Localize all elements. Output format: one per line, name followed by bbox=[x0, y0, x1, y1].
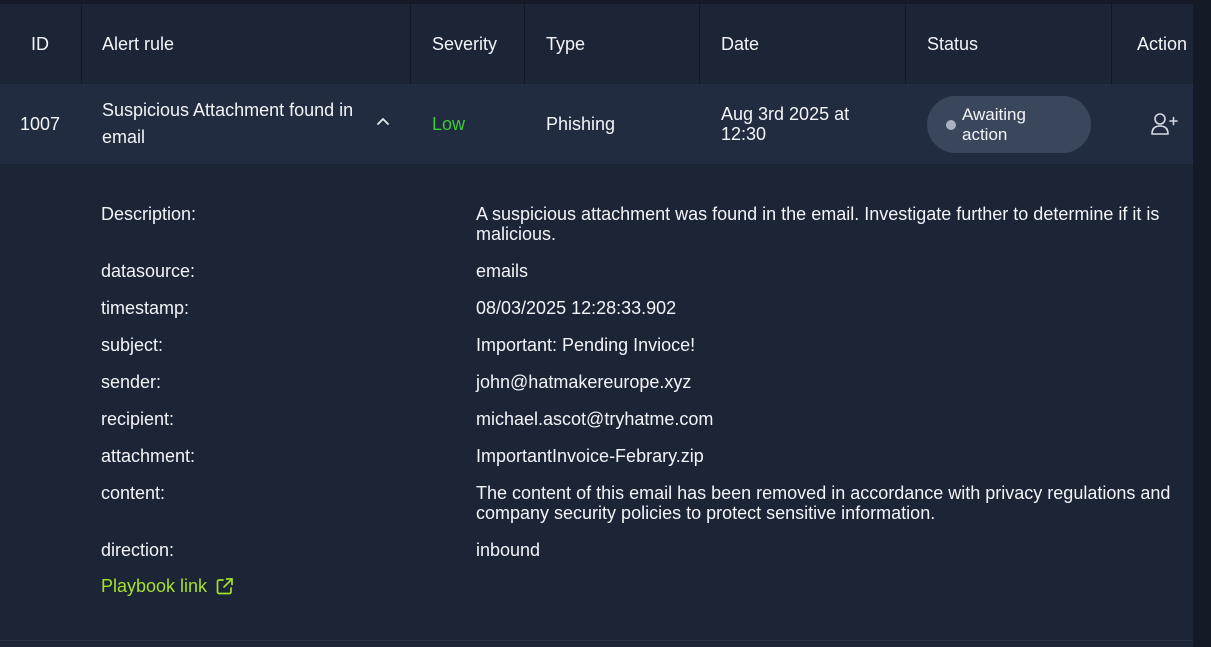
column-header-date[interactable]: Date bbox=[721, 4, 759, 84]
column-header-alert-rule[interactable]: Alert rule bbox=[102, 4, 174, 84]
column-header-severity[interactable]: Severity bbox=[432, 4, 497, 84]
column-header-action: Action bbox=[1137, 33, 1188, 54]
detail-key: subject: bbox=[101, 335, 164, 355]
detail-key: sender: bbox=[101, 372, 162, 392]
detail-value: ImportantInvoice-Febrary.zip bbox=[476, 446, 704, 466]
detail-key: datasource: bbox=[101, 261, 196, 281]
column-header-id[interactable]: ID bbox=[31, 4, 49, 84]
status-dot-icon bbox=[946, 119, 956, 130]
table-header: ID Alert rule Severity Type Date Status … bbox=[0, 4, 1193, 84]
detail-key: recipient: bbox=[101, 409, 175, 429]
detail-value: inbound bbox=[476, 540, 541, 560]
column-divider bbox=[699, 4, 700, 84]
status-label: Awaiting action bbox=[962, 104, 1026, 144]
column-divider bbox=[905, 4, 906, 84]
external-link-icon[interactable] bbox=[215, 577, 234, 596]
playbook-link[interactable]: Playbook link bbox=[101, 576, 234, 597]
detail-value: john@hatmakereurope.xyz bbox=[476, 372, 692, 392]
detail-value: Important: Pending Invioce! bbox=[476, 335, 696, 355]
alert-rule-name: Suspicious Attachment found in email bbox=[102, 100, 354, 147]
playbook-link-label[interactable]: Playbook link bbox=[101, 576, 207, 597]
detail-key: content: bbox=[101, 483, 166, 503]
table-row[interactable]: 1007 Suspicious Attachment found in emai… bbox=[0, 84, 1193, 164]
chevron-up-icon[interactable] bbox=[376, 114, 390, 128]
column-divider bbox=[524, 4, 525, 84]
detail-key: Description: bbox=[101, 204, 197, 224]
alert-details-panel: Description: A suspicious attachment was… bbox=[0, 164, 1193, 640]
detail-key: timestamp: bbox=[101, 298, 190, 318]
severity-badge: Low bbox=[432, 113, 466, 134]
status-badge[interactable]: Awaiting action bbox=[927, 96, 1091, 153]
column-header-status[interactable]: Status bbox=[927, 4, 978, 84]
column-header-type[interactable]: Type bbox=[546, 4, 585, 84]
detail-row-description: Description: A suspicious attachment was… bbox=[0, 204, 1193, 244]
column-divider bbox=[81, 4, 82, 84]
alert-date-cell: Aug 3rd 2025 at 12:30 bbox=[721, 84, 871, 164]
alert-rule-cell: Suspicious Attachment found in email bbox=[102, 84, 372, 164]
detail-value: emails bbox=[476, 261, 529, 281]
detail-key: direction: bbox=[101, 540, 175, 560]
row-divider bbox=[0, 640, 1193, 641]
detail-row-content: content: The content of this email has b… bbox=[0, 483, 1193, 523]
add-user-icon[interactable] bbox=[1150, 112, 1178, 136]
column-divider bbox=[1111, 4, 1112, 84]
detail-key: attachment: bbox=[101, 446, 196, 466]
detail-value: 08/03/2025 12:28:33.902 bbox=[476, 298, 677, 318]
alerts-table: ID Alert rule Severity Type Date Status … bbox=[0, 4, 1193, 647]
alert-type: Phishing bbox=[546, 113, 616, 134]
detail-value: A suspicious attachment was found in the… bbox=[476, 204, 1160, 244]
detail-value: michael.ascot@tryhatme.com bbox=[476, 409, 714, 429]
column-divider bbox=[410, 4, 411, 84]
alert-date: Aug 3rd 2025 at 12:30 bbox=[721, 104, 850, 144]
alert-id: 1007 bbox=[20, 113, 61, 134]
detail-value: The content of this email has been remov… bbox=[476, 483, 1171, 523]
